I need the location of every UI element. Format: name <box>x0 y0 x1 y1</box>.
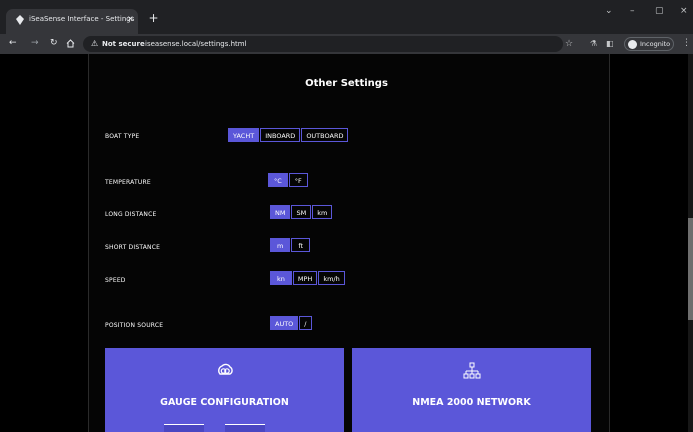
home-icon[interactable] <box>66 39 75 48</box>
tab-title: iSeaSense Interface - Settings <box>29 15 135 23</box>
boat-type-selector: YACHT INBOARD OUTBOARD <box>228 128 349 142</box>
long-distance-nm-option[interactable]: NM <box>270 205 291 219</box>
side-panel-icon[interactable]: ◧ <box>606 39 614 48</box>
speed-kmh-option[interactable]: km/h <box>318 271 345 285</box>
long-distance-km-option[interactable]: km <box>312 205 333 219</box>
maximize-button[interactable]: ▢ <box>655 6 664 16</box>
not-secure-label[interactable]: Not secure <box>102 40 145 48</box>
gauge-card-button-2[interactable] <box>225 424 265 432</box>
speed-selector: kn MPH km/h <box>270 271 346 285</box>
bookmark-star-icon[interactable]: ☆ <box>565 39 573 49</box>
speed-label: SPEED <box>105 277 126 284</box>
page-scrollbar-thumb[interactable] <box>688 218 693 320</box>
close-window-button[interactable]: × <box>680 6 688 16</box>
extensions-icon[interactable]: ⚗ <box>590 39 597 48</box>
browser-tab-strip: iSeaSense Interface - Settings × + ⌄ – ▢… <box>0 0 693 34</box>
gauge-configuration-card[interactable]: GAUGE CONFIGURATION <box>105 348 344 432</box>
reload-icon[interactable]: ↻ <box>50 38 58 48</box>
position-source-auto-option[interactable]: AUTO <box>270 316 299 330</box>
gauge-card-button-1[interactable] <box>164 424 204 432</box>
short-distance-label: SHORT DISTANCE <box>105 244 161 251</box>
boat-type-inboard-option[interactable]: INBOARD <box>260 128 301 142</box>
gauge-configuration-title: GAUGE CONFIGURATION <box>160 397 289 408</box>
short-distance-ft-option[interactable]: ft <box>291 238 311 252</box>
boat-type-label: BOAT TYPE <box>105 133 140 140</box>
site-favicon-icon <box>16 15 24 25</box>
new-tab-button[interactable]: + <box>147 12 160 25</box>
nmea-2000-network-card[interactable]: NMEA 2000 NETWORK <box>352 348 591 432</box>
forward-arrow-icon[interactable]: → <box>31 38 39 48</box>
speed-mph-option[interactable]: MPH <box>292 271 318 285</box>
incognito-icon <box>628 40 637 49</box>
back-arrow-icon[interactable]: ← <box>9 38 17 48</box>
speed-kn-option[interactable]: kn <box>270 271 292 285</box>
browser-tab[interactable]: iSeaSense Interface - Settings × <box>6 9 138 34</box>
tab-close-icon[interactable]: × <box>127 14 134 23</box>
temperature-celsius-option[interactable]: °C <box>268 173 288 187</box>
temperature-fahrenheit-option[interactable]: °F <box>288 173 308 187</box>
page-content: Other Settings BOAT TYPE YACHT INBOARD O… <box>0 54 688 432</box>
long-distance-sm-option[interactable]: SM <box>291 205 312 219</box>
temperature-selector: °C °F <box>268 173 309 187</box>
minimize-button[interactable]: – <box>630 6 635 16</box>
warning-triangle-icon[interactable]: ⚠ <box>91 39 98 48</box>
tabs-dropdown-icon[interactable]: ⌄ <box>605 6 613 16</box>
long-distance-selector: NM SM km <box>270 205 333 219</box>
boat-type-yacht-option[interactable]: YACHT <box>228 128 260 142</box>
gauge-config-icon <box>105 362 344 382</box>
browser-menu-icon[interactable]: ⋮ <box>682 38 691 48</box>
boat-type-outboard-option[interactable]: OUTBOARD <box>301 128 349 142</box>
position-source-selector: AUTO / <box>270 316 313 330</box>
url-text[interactable]: iseasense.local/settings.html <box>145 40 247 48</box>
network-icon <box>352 362 591 384</box>
short-distance-m-option[interactable]: m <box>270 238 291 252</box>
address-bar[interactable]: ⚠ Not secure iseasense.local/settings.ht… <box>83 36 563 52</box>
short-distance-selector: m ft <box>270 238 311 252</box>
incognito-profile-button[interactable]: Incognito <box>624 37 674 51</box>
nmea-2000-network-title: NMEA 2000 NETWORK <box>412 397 531 408</box>
temperature-label: TEMPERATURE <box>105 179 151 186</box>
incognito-label: Incognito <box>640 40 671 48</box>
position-source-label: POSITION SOURCE <box>105 322 164 329</box>
long-distance-label: LONG DISTANCE <box>105 211 157 218</box>
section-title: Other Settings <box>305 78 388 89</box>
browser-toolbar: ← → ↻ ⚠ Not secure iseasense.local/setti… <box>0 34 693 54</box>
position-source-custom-option[interactable]: / <box>299 316 312 330</box>
